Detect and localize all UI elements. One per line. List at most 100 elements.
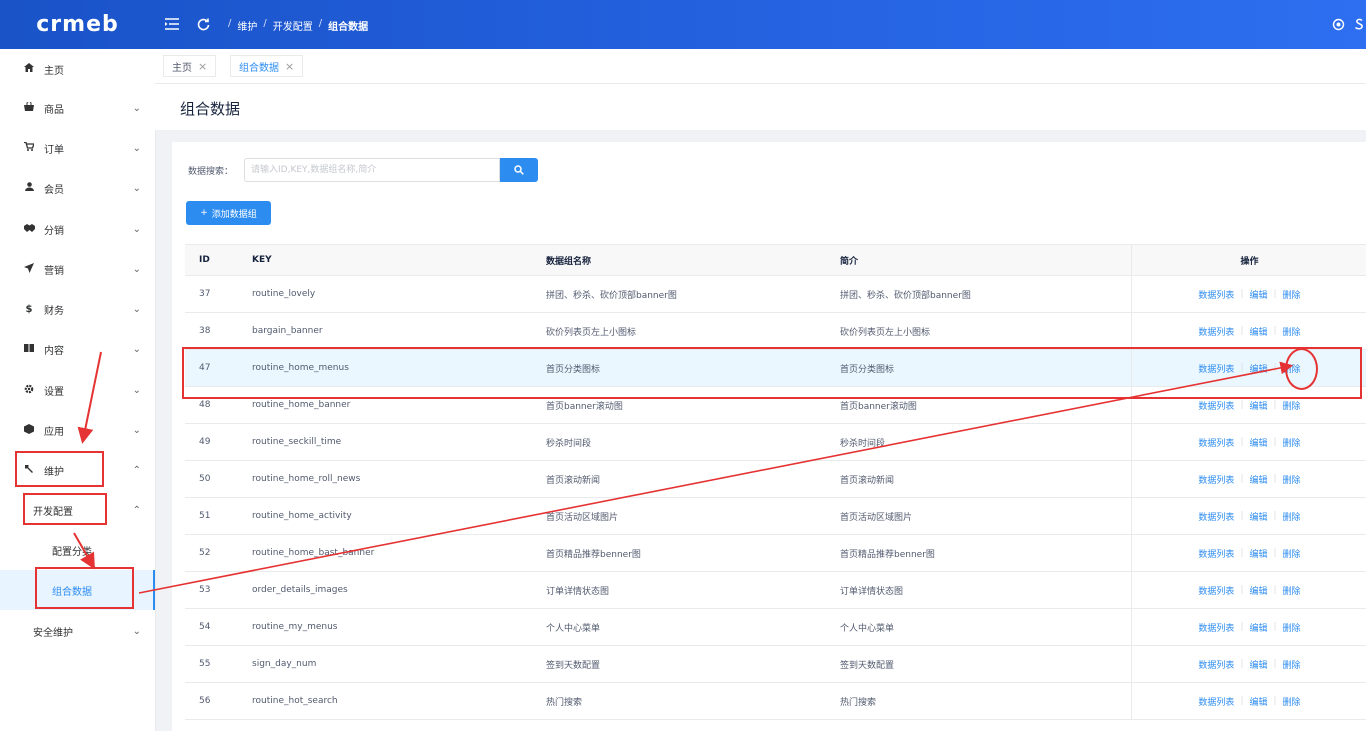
sidebar-item-home[interactable]: 主页 xyxy=(0,49,155,89)
data-list-link[interactable]: 数据列表 xyxy=(1198,547,1234,560)
sidebar-sub-security[interactable]: 安全维护 ⌄ xyxy=(0,611,155,651)
delete-link[interactable]: 删除 xyxy=(1283,547,1301,560)
refresh-icon[interactable] xyxy=(193,14,213,34)
breadcrumb-current: 组合数据 xyxy=(328,22,369,33)
divider: | xyxy=(1240,511,1244,521)
sidebar-sub-config-category[interactable]: 配置分类 xyxy=(0,530,155,570)
delete-link[interactable]: 删除 xyxy=(1283,436,1301,449)
delete-link[interactable]: 删除 xyxy=(1283,695,1301,708)
table-row: 52 routine_home_bast_banner 首页精品推荐benner图 首… xyxy=(185,535,1366,572)
cell-desc: 个人中心菜单 xyxy=(840,623,895,634)
edit-link[interactable]: 编辑 xyxy=(1249,436,1267,449)
edit-link[interactable]: 编辑 xyxy=(1249,510,1267,523)
cell-name: 订单详情状态图 xyxy=(546,586,610,597)
data-list-link[interactable]: 数据列表 xyxy=(1198,510,1234,523)
data-list-link[interactable]: 数据列表 xyxy=(1198,658,1234,671)
cell-key: sign_day_num xyxy=(252,659,317,669)
divider: | xyxy=(1273,622,1277,632)
tab-combined-data[interactable]: 组合数据 × xyxy=(230,55,304,77)
menu-collapse-icon[interactable] xyxy=(162,14,182,34)
cell-desc: 拼团、秒杀、砍价顶部banner图 xyxy=(840,290,971,301)
search-button[interactable] xyxy=(500,158,538,182)
chevron-down-icon: ⌄ xyxy=(132,263,141,275)
data-list-link[interactable]: 数据列表 xyxy=(1198,473,1234,486)
add-data-group-button[interactable]: + 添加数据组 xyxy=(186,201,271,225)
divider: | xyxy=(1240,326,1244,336)
search-icon xyxy=(514,165,524,175)
data-list-link[interactable]: 数据列表 xyxy=(1198,695,1234,708)
cell-actions: 数据列表 | 编辑 | 删除 xyxy=(1131,461,1366,497)
cell-actions: 数据列表 | 编辑 | 删除 xyxy=(1131,276,1366,312)
sidebar-item-products[interactable]: 商品 ⌄ xyxy=(0,88,155,128)
delete-link[interactable]: 删除 xyxy=(1283,288,1301,301)
data-list-link[interactable]: 数据列表 xyxy=(1198,436,1234,449)
sidebar-item-content[interactable]: 内容 ⌄ xyxy=(0,329,155,369)
sidebar-item-members[interactable]: 会员 ⌄ xyxy=(0,168,155,208)
target-icon[interactable] xyxy=(1328,14,1348,34)
annotation-box-row-47 xyxy=(182,347,1362,399)
edit-link[interactable]: 编辑 xyxy=(1249,325,1267,338)
user-menu-icon[interactable] xyxy=(1354,14,1366,34)
edit-link[interactable]: 编辑 xyxy=(1249,547,1267,560)
cell-desc: 首页活动区域图片 xyxy=(840,512,913,523)
tab-label: 主页 xyxy=(172,62,192,74)
search-input[interactable] xyxy=(244,158,500,182)
edit-link[interactable]: 编辑 xyxy=(1249,658,1267,671)
data-list-link[interactable]: 数据列表 xyxy=(1198,399,1234,412)
breadcrumb-item[interactable]: 开发配置 xyxy=(273,18,313,33)
table-row: 54 routine_my_menus 个人中心菜单 个人中心菜单 数据列表 | 编辑 | 删除 xyxy=(185,609,1366,646)
divider: | xyxy=(1273,400,1277,410)
chevron-up-icon: ⌃ xyxy=(132,504,141,516)
sidebar-item-marketing[interactable]: 营销 ⌄ xyxy=(0,249,155,289)
cell-desc: 首页滚动新闻 xyxy=(840,475,895,486)
cell-id: 50 xyxy=(199,474,211,484)
home-icon xyxy=(22,63,36,75)
delete-link[interactable]: 删除 xyxy=(1283,658,1301,671)
edit-link[interactable]: 编辑 xyxy=(1249,399,1267,412)
delete-link[interactable]: 删除 xyxy=(1283,584,1301,597)
close-icon[interactable]: × xyxy=(198,60,207,73)
search-label: 数据搜索： xyxy=(188,167,234,177)
cell-desc: 签到天数配置 xyxy=(840,660,895,671)
sidebar-item-distribution[interactable]: 分销 ⌄ xyxy=(0,209,155,249)
cell-name: 秒杀时间段 xyxy=(546,438,592,449)
divider: | xyxy=(1273,696,1277,706)
sidebar-item-orders[interactable]: 订单 ⌄ xyxy=(0,128,155,168)
tab-bar: 主页 × 组合数据 × xyxy=(155,49,1366,84)
chevron-down-icon: ⌄ xyxy=(132,625,141,637)
chevron-down-icon: ⌄ xyxy=(132,384,141,396)
logo[interactable]: crmeb xyxy=(0,0,155,49)
sidebar-item-apps[interactable]: 应用 ⌄ xyxy=(0,410,155,450)
tab-home[interactable]: 主页 × xyxy=(163,55,217,77)
chevron-down-icon: ⌄ xyxy=(132,102,141,114)
breadcrumb-item[interactable]: 维护 xyxy=(237,18,257,33)
cell-actions: 数据列表 | 编辑 | 删除 xyxy=(1131,498,1366,534)
annotation-box-combined-data xyxy=(35,567,134,609)
sidebar-item-settings[interactable]: 设置 ⌄ xyxy=(0,370,155,410)
data-list-link[interactable]: 数据列表 xyxy=(1198,288,1234,301)
edit-link[interactable]: 编辑 xyxy=(1249,621,1267,634)
data-list-link[interactable]: 数据列表 xyxy=(1198,621,1234,634)
edit-link[interactable]: 编辑 xyxy=(1249,584,1267,597)
edit-link[interactable]: 编辑 xyxy=(1249,288,1267,301)
top-bar: crmeb / 维护 / 开发配置 / 组合数据 xyxy=(0,0,1366,49)
close-icon[interactable]: × xyxy=(285,60,294,73)
delete-link[interactable]: 删除 xyxy=(1283,510,1301,523)
edit-link[interactable]: 编辑 xyxy=(1249,473,1267,486)
page-header: 组合数据 xyxy=(155,84,1366,130)
cell-name: 热门搜索 xyxy=(546,697,583,708)
sidebar-item-finance[interactable]: $ 财务 ⌄ xyxy=(0,289,155,329)
delete-link[interactable]: 删除 xyxy=(1283,399,1301,412)
divider: | xyxy=(1240,622,1244,632)
data-list-link[interactable]: 数据列表 xyxy=(1198,584,1234,597)
cell-id: 37 xyxy=(199,289,211,299)
delete-link[interactable]: 删除 xyxy=(1283,473,1301,486)
divider: | xyxy=(1240,474,1244,484)
delete-link[interactable]: 删除 xyxy=(1283,325,1301,338)
sidebar-item-label: 会员 xyxy=(44,184,64,196)
divider: | xyxy=(1240,289,1244,299)
delete-link[interactable]: 删除 xyxy=(1283,621,1301,634)
edit-link[interactable]: 编辑 xyxy=(1249,695,1267,708)
chevron-down-icon: ⌄ xyxy=(132,424,141,436)
data-list-link[interactable]: 数据列表 xyxy=(1198,325,1234,338)
